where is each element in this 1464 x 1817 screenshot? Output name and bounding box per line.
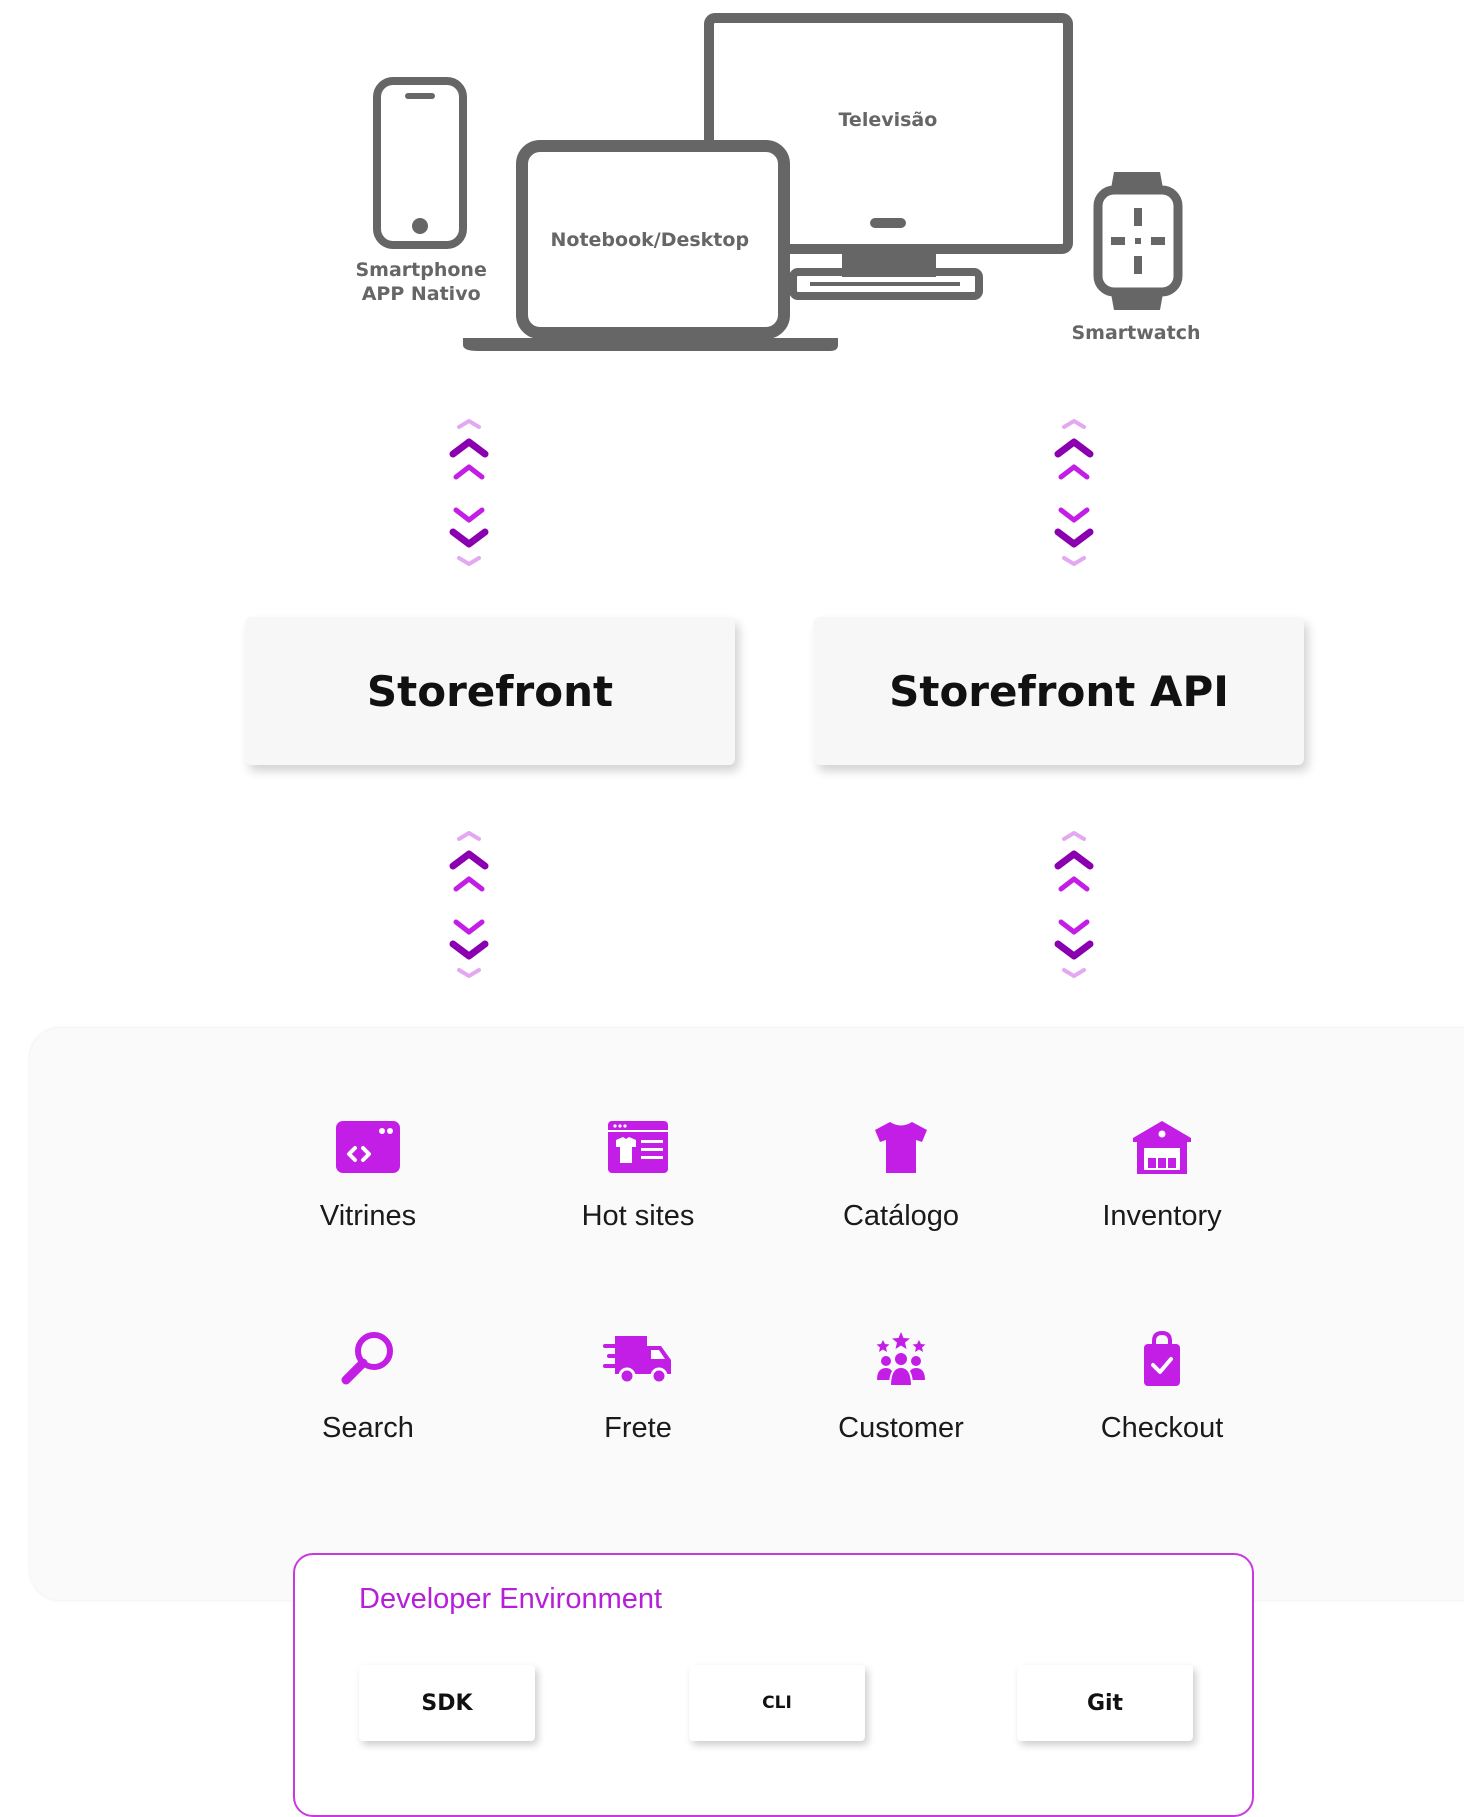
module-frete[interactable]: Frete — [538, 1330, 738, 1445]
smartwatch-icon — [1093, 172, 1183, 310]
git-button[interactable]: Git — [1017, 1665, 1193, 1741]
browser-code-icon — [336, 1121, 400, 1173]
notebook-label: Notebook/Desktop — [550, 229, 750, 251]
storefront-api-card[interactable]: Storefront API — [814, 617, 1304, 765]
module-label: Search — [322, 1412, 414, 1444]
module-label: Catálogo — [842, 1200, 960, 1232]
customers-stars-icon — [876, 1332, 926, 1387]
module-label: Checkout — [1100, 1412, 1224, 1444]
module-label: Inventory — [1102, 1200, 1222, 1232]
double-arrow-icon — [449, 831, 489, 978]
module-hot-sites[interactable]: Hot sites — [538, 1118, 738, 1233]
smartwatch-label: Smartwatch — [1071, 322, 1201, 344]
module-label: Frete — [604, 1412, 672, 1444]
television-label: Televisão — [838, 109, 938, 131]
smartphone-icon — [373, 77, 467, 249]
smartphone-label-line1: Smartphone — [355, 259, 487, 281]
smartphone-label-line2: APP Nativo — [361, 283, 481, 305]
shopping-bag-check-icon — [1144, 1330, 1180, 1386]
platform-panel — [30, 1028, 1464, 1600]
double-arrow-icon — [1054, 419, 1094, 566]
double-arrow-icon — [449, 419, 489, 566]
delivery-truck-icon — [603, 1336, 671, 1385]
module-label: Customer — [838, 1412, 964, 1444]
module-inventory[interactable]: Inventory — [1062, 1118, 1262, 1233]
module-checkout[interactable]: Checkout — [1062, 1330, 1262, 1445]
module-label: Vitrines — [319, 1200, 417, 1232]
module-search[interactable]: Search — [268, 1330, 468, 1445]
tshirt-icon — [875, 1122, 927, 1173]
developer-environment-panel: Developer Environment SDK CLI Git — [293, 1553, 1254, 1817]
magnifier-icon — [341, 1332, 393, 1385]
module-catalogo[interactable]: Catálogo — [801, 1118, 1001, 1233]
storefront-card[interactable]: Storefront — [245, 617, 735, 765]
smartphone-label: Smartphone APP Nativo — [356, 258, 487, 306]
developer-environment-title: Developer Environment — [359, 1583, 663, 1615]
double-arrow-icon — [1054, 831, 1094, 978]
webpage-shirt-icon — [608, 1121, 668, 1173]
sdk-button[interactable]: SDK — [359, 1665, 535, 1741]
module-customer[interactable]: Customer — [801, 1330, 1001, 1445]
cli-button[interactable]: CLI — [689, 1665, 865, 1741]
warehouse-icon — [1133, 1121, 1191, 1174]
module-label: Hot sites — [581, 1200, 695, 1232]
module-vitrines[interactable]: Vitrines — [268, 1118, 468, 1233]
